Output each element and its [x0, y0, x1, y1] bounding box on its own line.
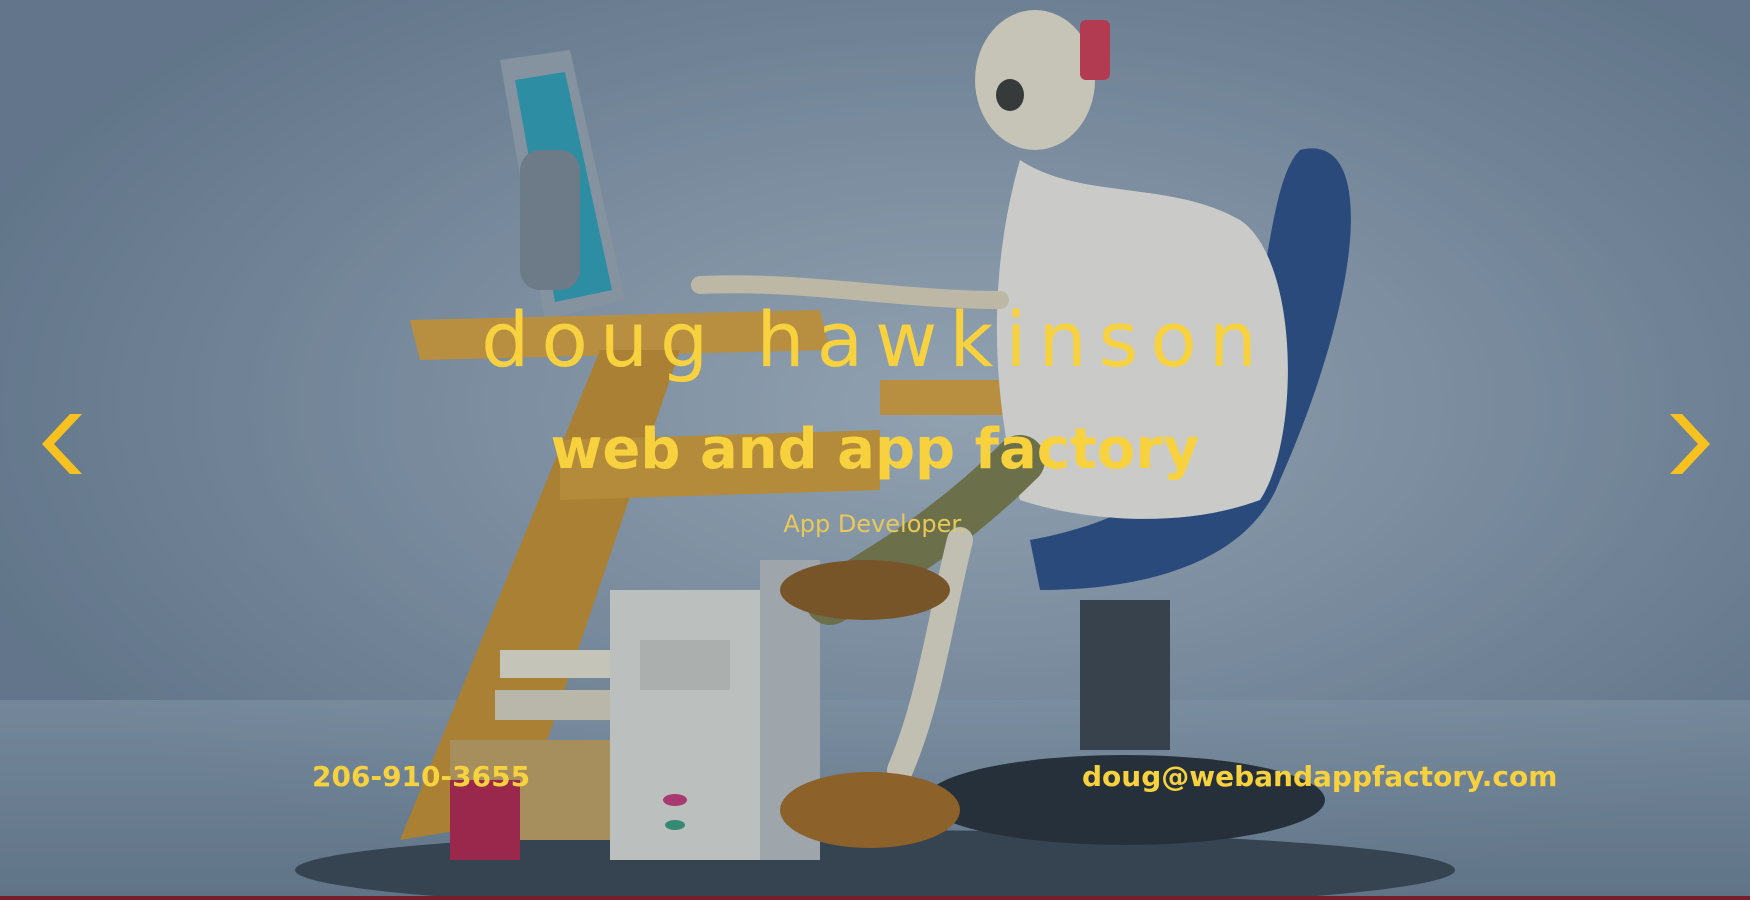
bottom-bar: [0, 896, 1750, 900]
hero-role: App Developer.: [783, 510, 967, 538]
hero-company: web and app factory: [550, 417, 1200, 482]
hero-name: doug hawkinson: [481, 295, 1269, 384]
phone-link[interactable]: 206-910-3655: [312, 763, 530, 791]
email-link[interactable]: doug@webandappfactory.com: [1082, 763, 1557, 791]
chevron-left-icon: [42, 414, 82, 474]
carousel-next-button[interactable]: [1666, 408, 1722, 480]
chevron-right-icon: [1670, 414, 1710, 474]
hero-section: doug hawkinson web and app factory App D…: [0, 0, 1750, 900]
carousel-prev-button[interactable]: [30, 408, 86, 480]
